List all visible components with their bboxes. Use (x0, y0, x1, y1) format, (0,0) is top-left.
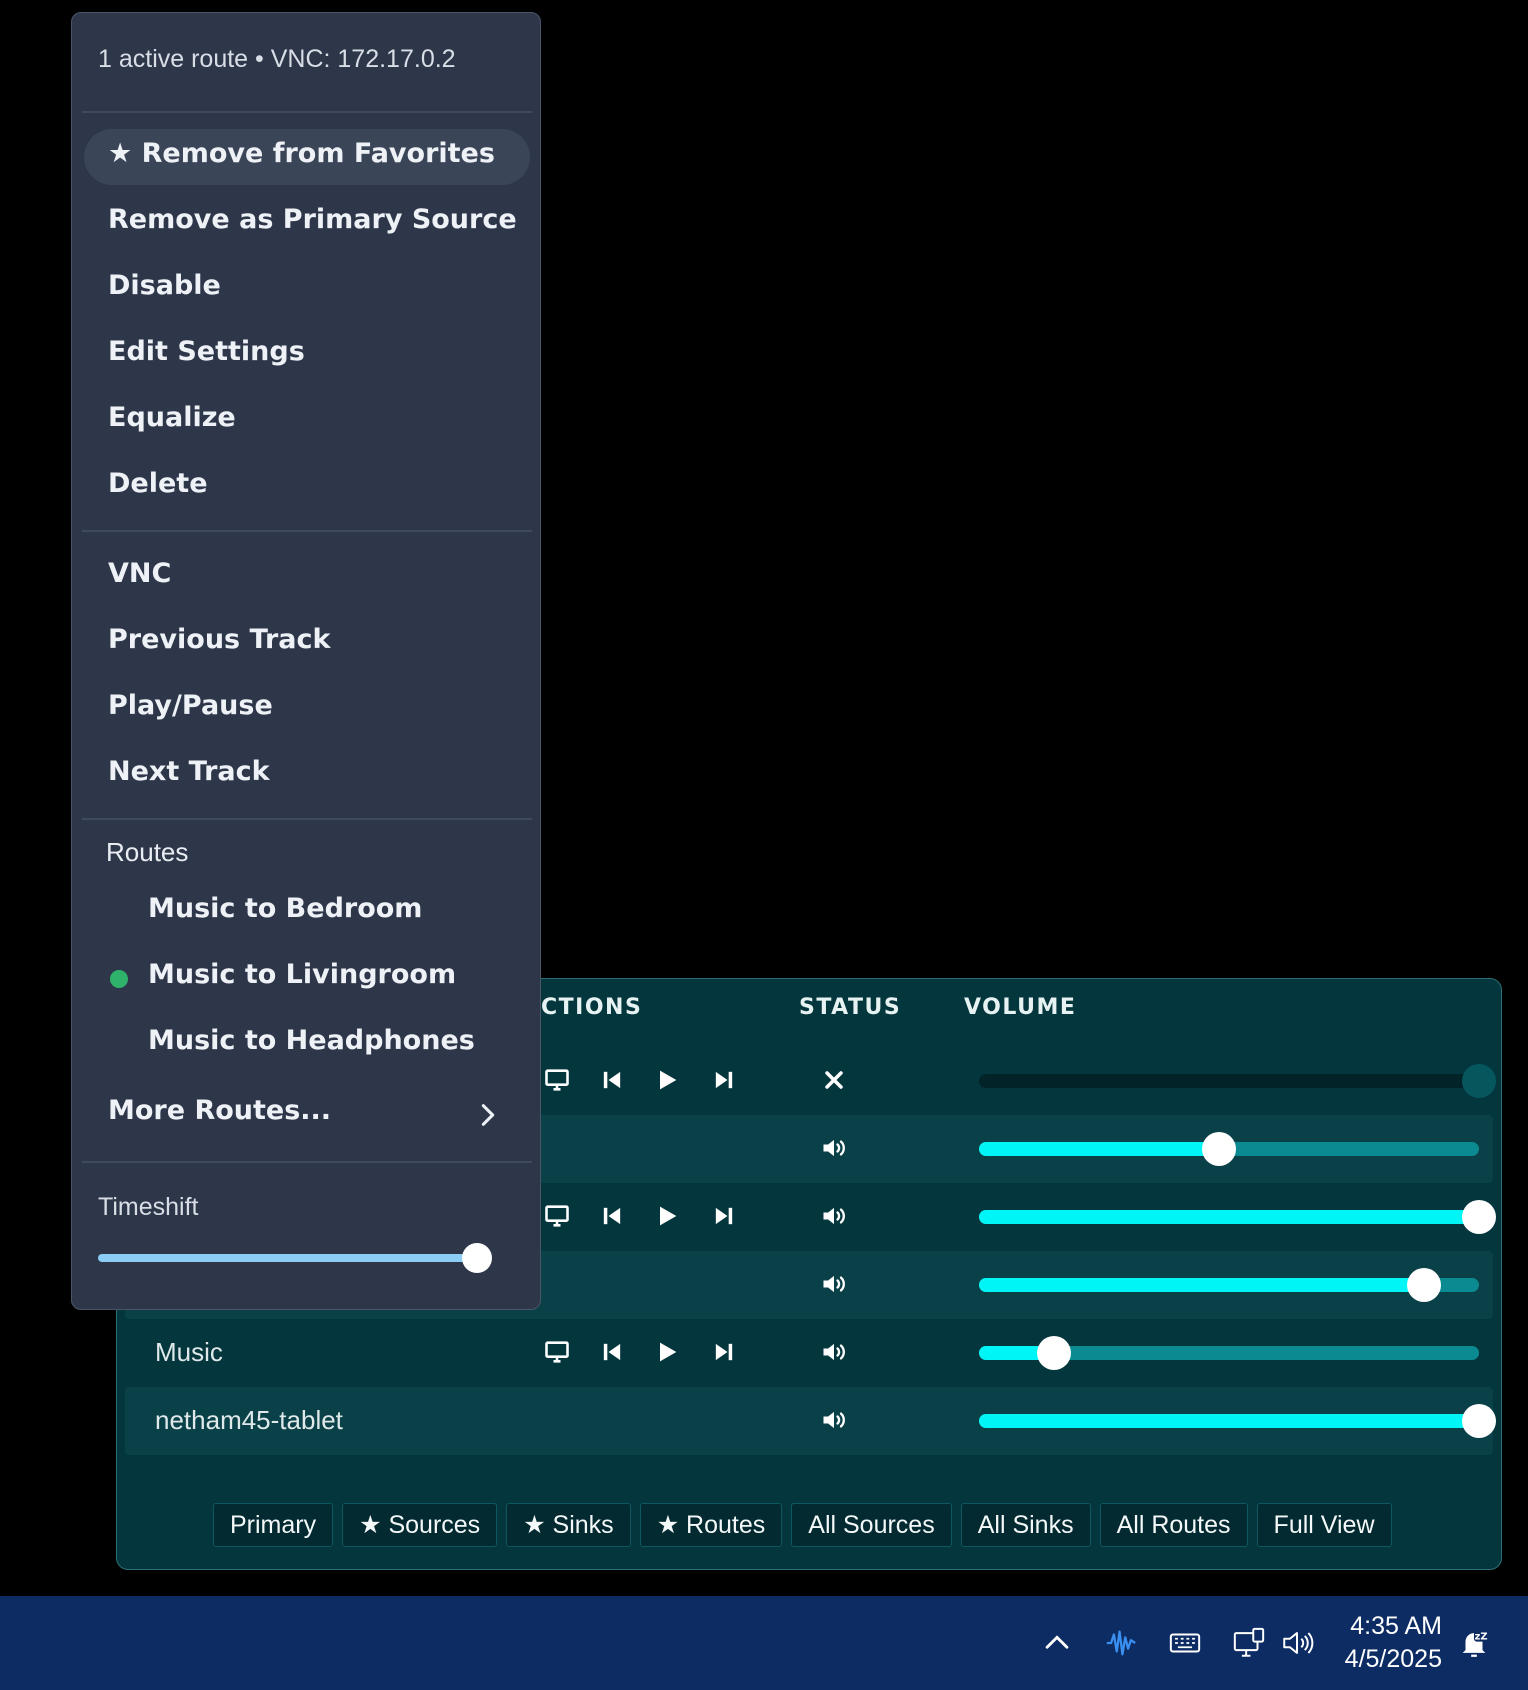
filter-fav-sources-button[interactable]: ★ Sources (342, 1503, 498, 1547)
play-icon[interactable] (648, 1061, 686, 1099)
context-menu: 1 active route • VNC: 172.17.0.2 ★ Remov… (71, 12, 541, 1310)
menu-divider (82, 1161, 532, 1163)
filter-all-sinks-button[interactable]: All Sinks (960, 1503, 1091, 1547)
view-filter-bar: Primary ★ Sources ★ Sinks ★ Routes All Sourc… (213, 1503, 1392, 1547)
status-column-header: STATUS (799, 995, 902, 1020)
chevron-right-icon (474, 1101, 502, 1129)
network-icon[interactable] (1230, 1624, 1268, 1662)
menu-divider (82, 111, 532, 113)
play-pause-menu-item[interactable]: Play/Pause (108, 690, 273, 721)
source-name: Music (155, 1337, 223, 1367)
next-track-icon[interactable] (705, 1061, 743, 1099)
route-music-to-headphones[interactable]: Music to Headphones (148, 1025, 475, 1056)
previous-track-icon[interactable] (593, 1061, 631, 1099)
volume-slider[interactable] (979, 1064, 1496, 1098)
clock-time: 4:35 AM (1350, 1612, 1442, 1640)
previous-track-menu-item[interactable]: Previous Track (108, 624, 330, 655)
volume-thumb[interactable] (1407, 1268, 1441, 1302)
filter-fav-routes-button[interactable]: ★ Routes (639, 1503, 783, 1547)
muted-x-icon[interactable] (815, 1061, 853, 1099)
menu-header-info: 1 active route • VNC: 172.17.0.2 (98, 45, 456, 73)
edit-settings-menu-item[interactable]: Edit Settings (108, 336, 305, 367)
filter-full-view-button[interactable]: Full View (1256, 1503, 1392, 1547)
volume-fill (979, 1142, 1219, 1156)
delete-menu-item[interactable]: Delete (108, 468, 208, 499)
more-routes-menu-item[interactable]: More Routes... (108, 1095, 331, 1126)
disable-menu-item[interactable]: Disable (108, 270, 221, 301)
filter-primary-button[interactable]: Primary (213, 1503, 334, 1547)
svg-text:zZ: zZ (1475, 1631, 1488, 1642)
menu-divider (82, 530, 532, 532)
source-name: netham45-tablet (155, 1405, 343, 1435)
timeshift-slider-thumb[interactable] (462, 1243, 492, 1273)
notification-icon[interactable]: zZ (1455, 1624, 1493, 1662)
route-music-to-livingroom[interactable]: Music to Livingroom (148, 959, 456, 990)
play-icon[interactable] (648, 1197, 686, 1235)
volume-slider[interactable] (979, 1132, 1479, 1166)
filter-fav-sinks-button[interactable]: ★ Sinks (506, 1503, 631, 1547)
taskbar: 4:35 AM 4/5/2025 zZ (0, 1596, 1528, 1690)
actions-column-header: CTIONS (541, 995, 643, 1020)
volume-slider[interactable] (979, 1404, 1496, 1438)
previous-track-icon[interactable] (593, 1197, 631, 1235)
vnc-icon[interactable] (538, 1061, 576, 1099)
volume-thumb[interactable] (1462, 1404, 1496, 1438)
source-row[interactable]: netham45-tablet (125, 1387, 1496, 1455)
previous-track-icon[interactable] (593, 1333, 631, 1371)
volume-slider[interactable] (979, 1336, 1479, 1370)
timeshift-label: Timeshift (98, 1193, 199, 1221)
volume-thumb[interactable] (1462, 1200, 1496, 1234)
audio-wave-icon[interactable] (1102, 1624, 1140, 1662)
filter-all-sources-button[interactable]: All Sources (791, 1503, 952, 1547)
next-track-icon[interactable] (705, 1333, 743, 1371)
system-clock[interactable]: 4:35 AM 4/5/2025 (1330, 1610, 1442, 1676)
clock-date: 4/5/2025 (1344, 1645, 1442, 1673)
volume-column-header: VOLUME (964, 995, 1077, 1020)
volume-slider[interactable] (979, 1268, 1479, 1302)
volume-fill (979, 1414, 1479, 1428)
volume-fill (979, 1278, 1424, 1292)
play-icon[interactable] (648, 1333, 686, 1371)
next-track-icon[interactable] (705, 1197, 743, 1235)
volume-on-icon[interactable] (815, 1129, 853, 1167)
next-track-menu-item[interactable]: Next Track (108, 756, 270, 787)
speaker-icon[interactable] (1278, 1624, 1316, 1662)
routes-section-label: Routes (106, 837, 189, 867)
volume-on-icon[interactable] (815, 1265, 853, 1303)
remove-primary-source-menu-item[interactable]: Remove as Primary Source (108, 204, 517, 235)
chevron-up-icon[interactable] (1038, 1624, 1076, 1662)
vnc-menu-item[interactable]: VNC (108, 558, 171, 589)
vnc-icon[interactable] (538, 1333, 576, 1371)
volume-on-icon[interactable] (815, 1333, 853, 1371)
volume-on-icon[interactable] (815, 1197, 853, 1235)
equalize-menu-item[interactable]: Equalize (108, 402, 236, 433)
keyboard-icon[interactable] (1166, 1624, 1204, 1662)
volume-thumb[interactable] (1462, 1064, 1496, 1098)
menu-divider (82, 818, 532, 820)
source-row[interactable]: Music (125, 1319, 1493, 1387)
volume-slider[interactable] (979, 1200, 1496, 1234)
volume-thumb[interactable] (1202, 1132, 1236, 1166)
timeshift-slider-track[interactable] (98, 1254, 478, 1262)
volume-fill (979, 1210, 1479, 1224)
volume-on-icon[interactable] (815, 1401, 853, 1439)
filter-all-routes-button[interactable]: All Routes (1099, 1503, 1248, 1547)
route-music-to-bedroom[interactable]: Music to Bedroom (148, 893, 422, 924)
vnc-icon[interactable] (538, 1197, 576, 1235)
volume-thumb[interactable] (1037, 1336, 1071, 1370)
active-route-dot (110, 970, 128, 988)
volume-track (979, 1074, 1479, 1088)
remove-favorite-menu-item[interactable]: ★ Remove from Favorites (108, 138, 495, 169)
